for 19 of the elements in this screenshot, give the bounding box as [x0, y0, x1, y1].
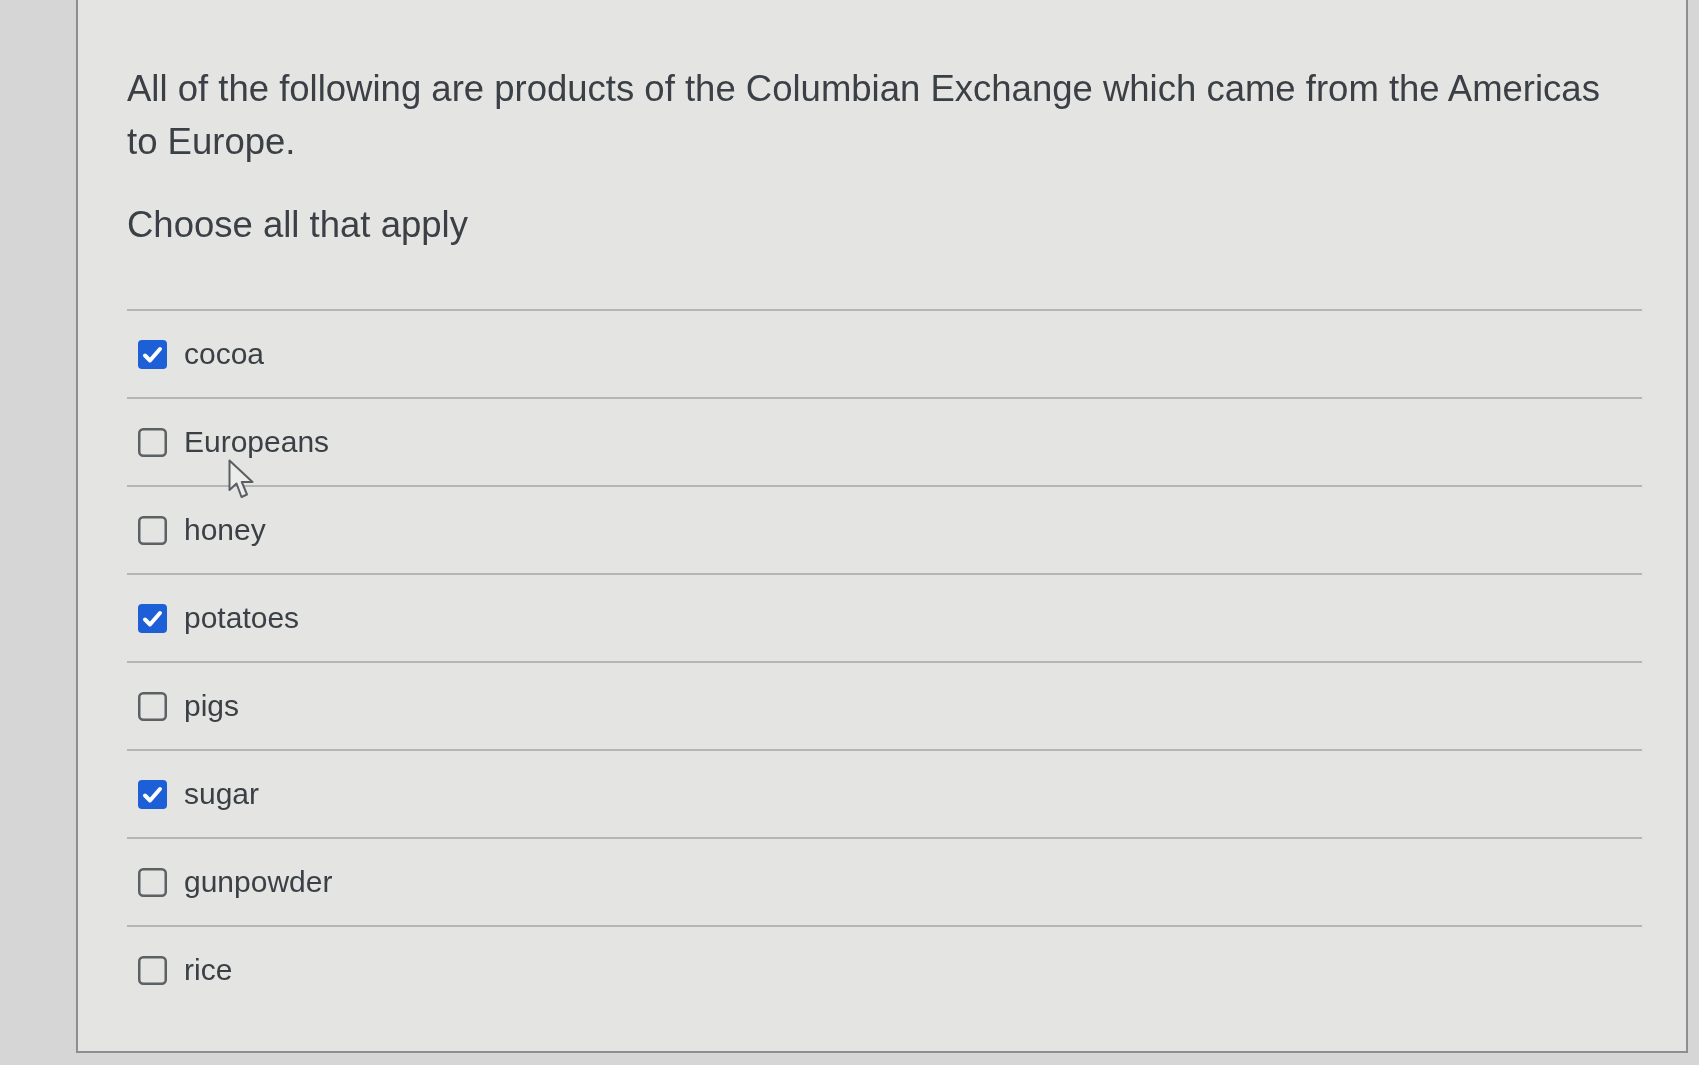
- option-label[interactable]: pigs: [184, 688, 240, 724]
- option-label[interactable]: Europeans: [184, 424, 330, 460]
- checkbox[interactable]: [138, 603, 167, 633]
- option-label[interactable]: sugar: [184, 776, 260, 812]
- option-label[interactable]: potatoes: [184, 600, 300, 636]
- checkbox[interactable]: [138, 427, 167, 457]
- checkbox[interactable]: [138, 515, 167, 545]
- checkbox[interactable]: [138, 955, 167, 985]
- checkbox[interactable]: [138, 339, 167, 369]
- option-label[interactable]: rice: [184, 952, 233, 988]
- question-text: All of the following are products of the Columbian Exchange which came from the Americas to Europe.: [127, 67, 1601, 164]
- option-label[interactable]: honey: [184, 512, 266, 548]
- checkbox[interactable]: [138, 779, 167, 809]
- checkbox[interactable]: [138, 691, 167, 721]
- option-label[interactable]: cocoa: [184, 336, 265, 372]
- mouse-pointer-icon: [228, 459, 255, 499]
- option-label[interactable]: gunpowder: [184, 864, 333, 900]
- checkbox[interactable]: [138, 867, 167, 897]
- instruction-text: Choose all that apply: [127, 203, 469, 247]
